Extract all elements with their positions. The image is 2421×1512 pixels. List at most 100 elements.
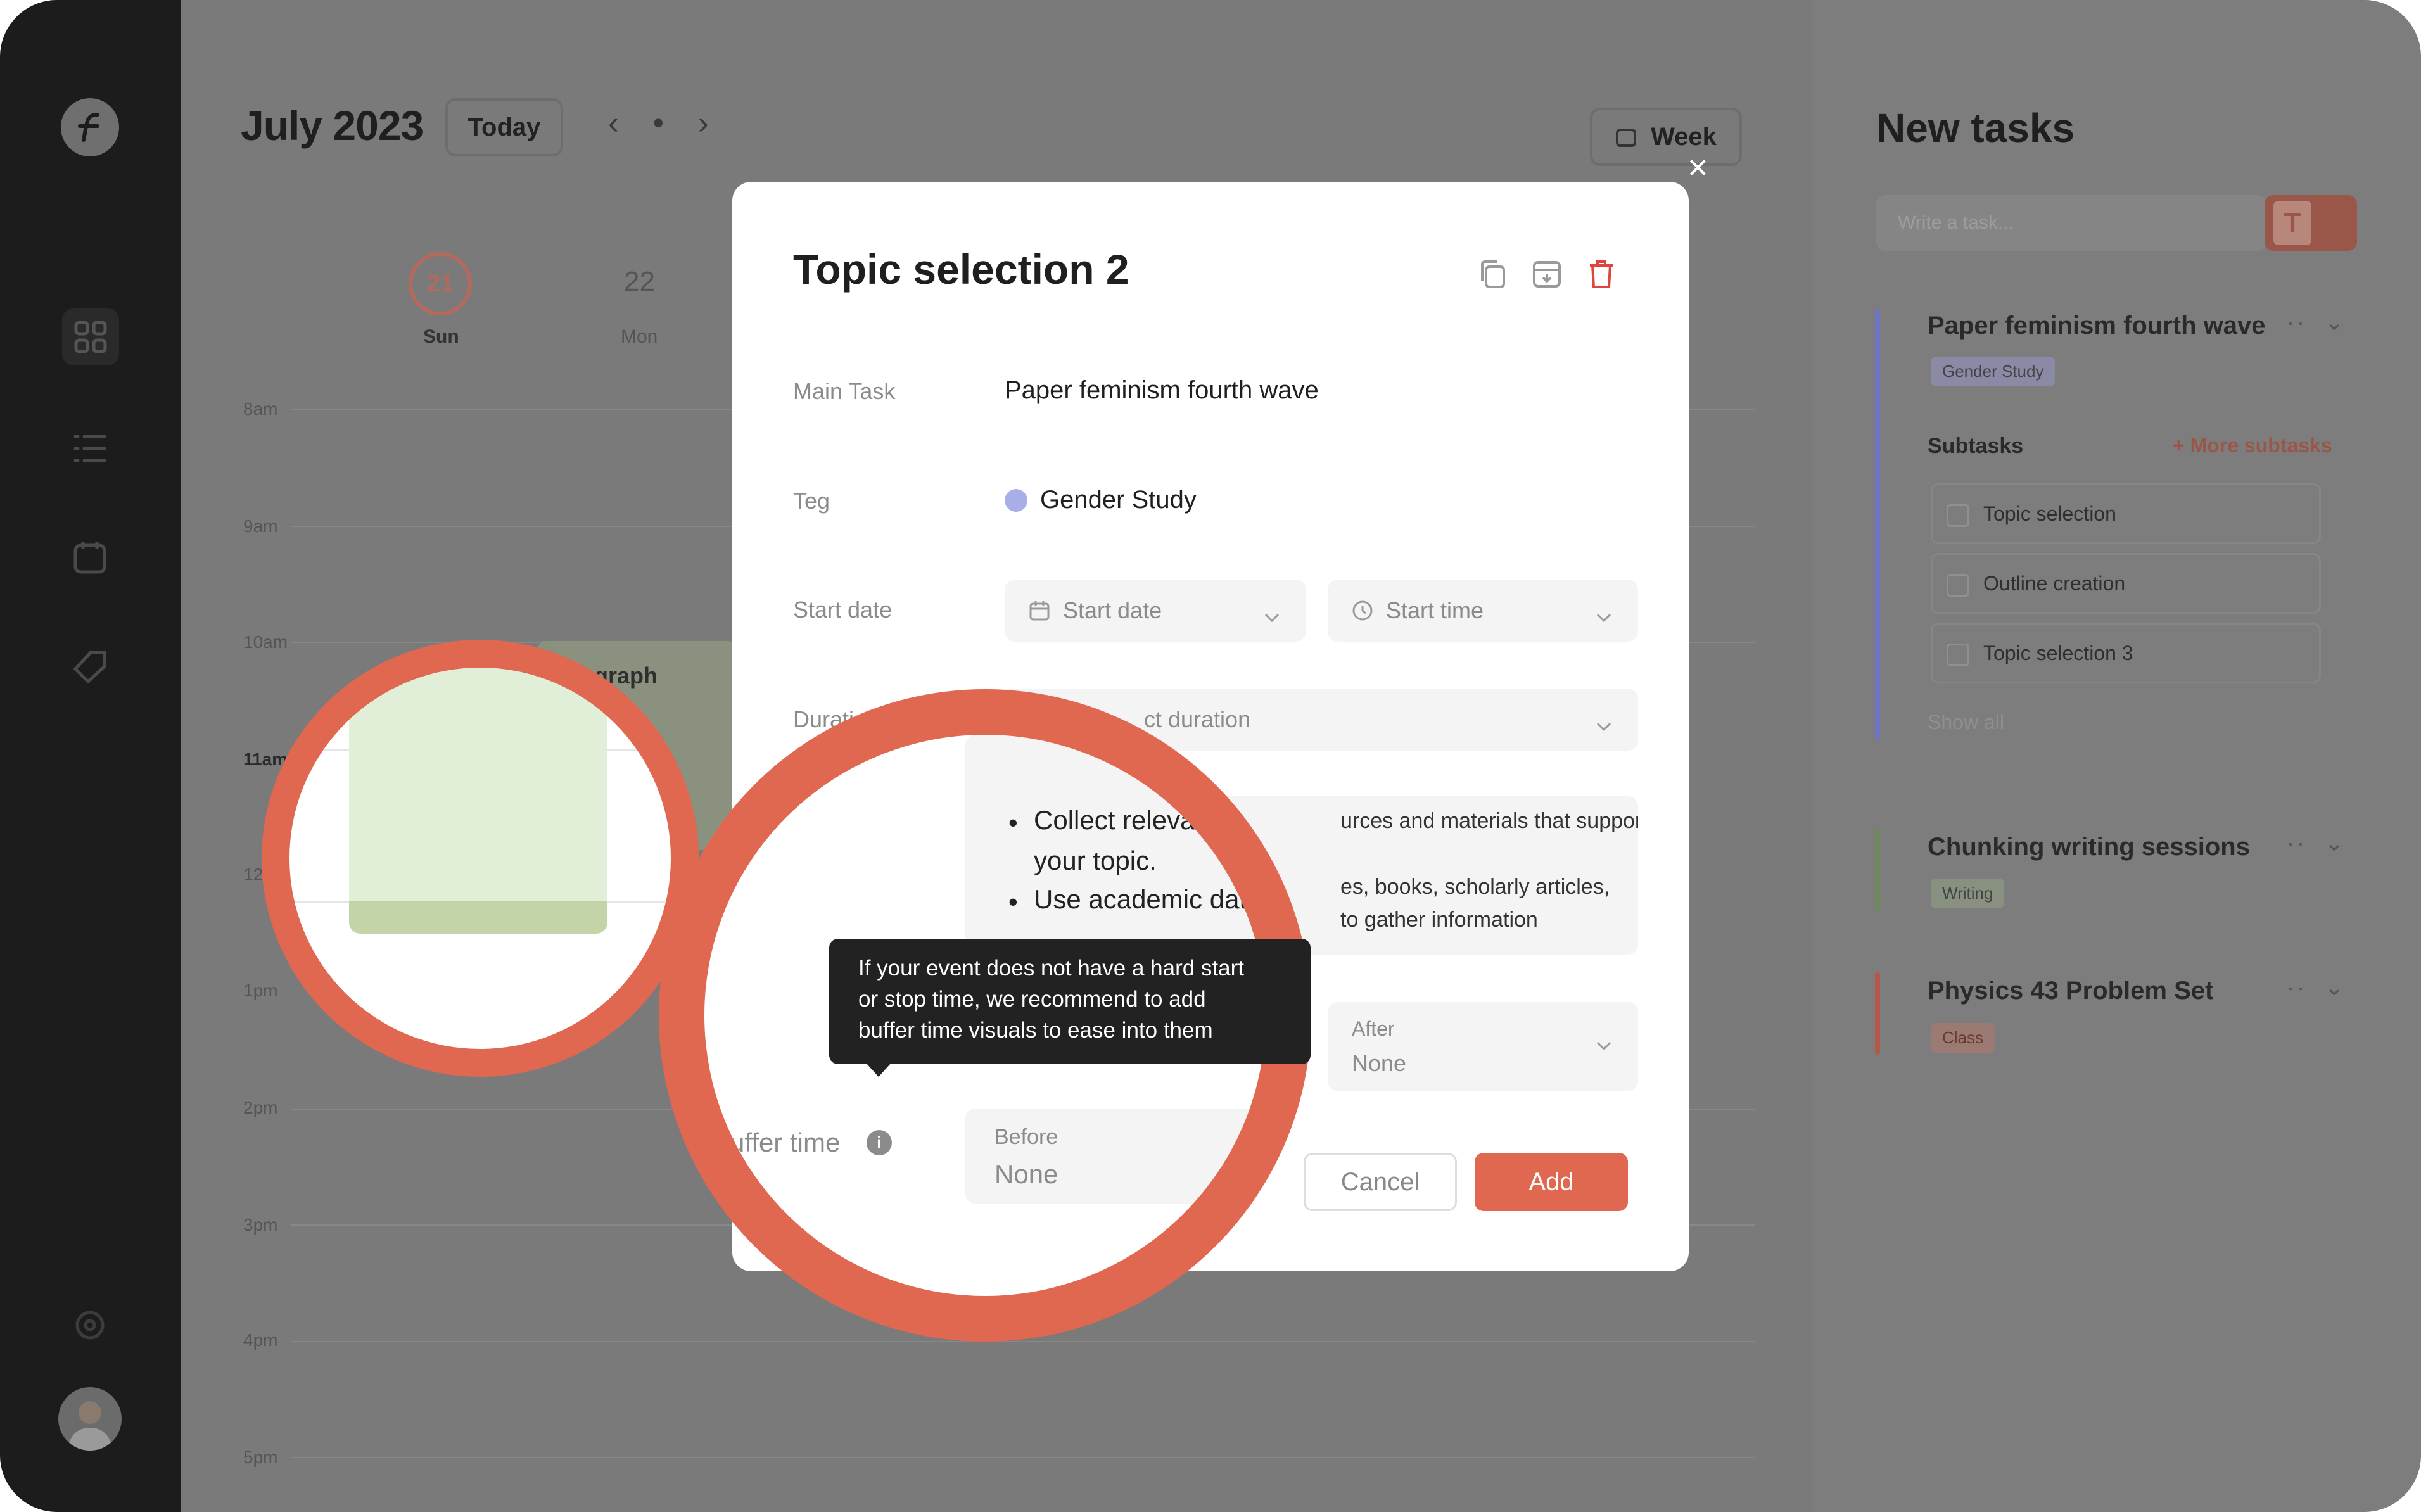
buffer-after-select[interactable]: After None: [1328, 1002, 1638, 1091]
task-tag: Class: [1931, 1023, 1995, 1053]
after-label: After: [1352, 1017, 1395, 1040]
tasks-title: New tasks: [1876, 105, 2075, 151]
hour-label: 2pm: [243, 1098, 278, 1117]
notes-bullet-line: Use academic data: [1034, 884, 1262, 914]
duration-placeholder: ct duration: [1144, 706, 1251, 732]
new-task-input[interactable]: Write a task...: [1876, 195, 2266, 251]
hour-line: [291, 1457, 1755, 1458]
more-subtasks-text: More subtasks: [2190, 434, 2332, 457]
before-value: None: [994, 1159, 1058, 1189]
tag-color-dot: [1005, 489, 1027, 512]
buffer-time-tooltip: If your event does not have a hard start…: [829, 939, 1311, 1077]
more-options-icon[interactable]: ·· ⌄: [2287, 830, 2346, 856]
view-select[interactable]: Week: [1590, 108, 1742, 166]
calendar-nav[interactable]: ‹ • ›: [608, 105, 721, 141]
start-time-select[interactable]: Start time: [1328, 580, 1638, 642]
notes-line: es, books, scholarly articles,: [1340, 875, 1610, 899]
hour-label: 4pm: [243, 1330, 278, 1350]
info-icon[interactable]: i: [867, 1130, 892, 1155]
list-icon[interactable]: [65, 423, 115, 474]
buffer-before-select[interactable]: Before None: [965, 1109, 1266, 1204]
hour-label: 3pm: [243, 1215, 278, 1235]
start-date-label: Start date: [793, 597, 893, 623]
magnifier-buffer-preview: [262, 640, 699, 1077]
hour-label: 10am: [243, 632, 288, 652]
show-all-link[interactable]: Show all: [1928, 711, 2004, 734]
archive-icon[interactable]: [1529, 257, 1565, 292]
day-number[interactable]: 22: [624, 266, 655, 298]
task-title[interactable]: Physics 43 Problem Set: [1928, 977, 2213, 1005]
task-title[interactable]: Paper feminism fourth wave: [1928, 312, 2265, 340]
day-name: Mon: [621, 326, 658, 347]
subtask-item[interactable]: Topic selection 3: [1931, 623, 2321, 683]
hour-label: 9am: [243, 516, 278, 536]
hour-label: 5pm: [243, 1447, 278, 1467]
day-number-today[interactable]: 21: [409, 252, 472, 315]
chevron-down-icon: [1263, 602, 1281, 629]
dashboard-icon[interactable]: [62, 308, 119, 365]
user-avatar[interactable]: [58, 1387, 122, 1451]
close-icon[interactable]: ×: [1687, 149, 1708, 185]
calendar-small-icon: [1616, 129, 1637, 147]
subtasks-label: Subtasks: [1928, 434, 2024, 458]
task-tag: Writing: [1931, 879, 2005, 908]
tooltip-line: buffer time visuals to ease into them: [858, 1018, 1213, 1043]
notes-bullet-line: your topic.: [1034, 846, 1157, 875]
bullet-icon: •: [1008, 808, 1018, 837]
calendar-icon: [1029, 600, 1050, 621]
cancel-button[interactable]: Cancel: [1304, 1153, 1457, 1211]
bullet-icon: •: [1008, 887, 1018, 917]
hour-line: [291, 1341, 1755, 1342]
text-icon: T: [2273, 201, 2311, 245]
notes-field-zoomed: [965, 735, 1266, 950]
app-window: July 2023 Today ‹ • › Week 21 Sun 22 Mon…: [0, 0, 2421, 1512]
main-task-value[interactable]: Paper feminism fourth wave: [1005, 376, 1319, 405]
tag-icon[interactable]: [65, 642, 115, 692]
new-task-add-button[interactable]: T: [2265, 195, 2357, 251]
more-options-icon[interactable]: ·· ⌄: [2287, 309, 2346, 336]
tooltip-line: If your event does not have a hard start: [858, 956, 1244, 981]
add-button[interactable]: Add: [1475, 1153, 1628, 1211]
hour-label: 8am: [243, 399, 278, 419]
task-group-bar: [1875, 309, 1880, 740]
app-logo-icon[interactable]: [61, 98, 119, 156]
notes-line: urces and materials that support: [1340, 809, 1638, 833]
tag-value[interactable]: Gender Study: [1040, 486, 1197, 514]
sidebar: [0, 0, 181, 1512]
notes-line: to gather information: [1340, 908, 1538, 932]
copy-icon[interactable]: [1475, 257, 1510, 292]
today-button[interactable]: Today: [445, 98, 563, 156]
after-value: None: [1352, 1050, 1407, 1076]
clock-icon: [1352, 600, 1373, 621]
start-date-placeholder: Start date: [1063, 597, 1162, 623]
hour-label: 12: [243, 865, 264, 884]
notes-bullet-line: Collect relevant: [1034, 805, 1217, 835]
task-tag: Gender Study: [1931, 357, 2056, 386]
tooltip-line: or stop time, we recommend to add: [858, 987, 1206, 1012]
subtask-item[interactable]: Topic selection: [1931, 483, 2321, 544]
day-name-today: Sun: [423, 326, 459, 347]
subtask-item[interactable]: Outline creation: [1931, 553, 2321, 614]
buffer-time-label: Buffer time: [712, 1128, 841, 1157]
main-task-label: Main Task: [793, 378, 896, 404]
delete-icon[interactable]: [1584, 257, 1619, 292]
modal-title: Topic selection 2: [793, 246, 1129, 293]
chevron-down-icon: [1595, 1040, 1613, 1055]
before-label: Before: [994, 1125, 1058, 1149]
task-title[interactable]: Chunking writing sessions: [1928, 833, 2250, 861]
calendar-title: July 2023: [241, 102, 424, 149]
chevron-down-icon: [1595, 711, 1613, 738]
settings-icon[interactable]: [65, 1300, 115, 1350]
more-options-icon[interactable]: ·· ⌄: [2287, 974, 2346, 1001]
start-date-select[interactable]: Start date: [1005, 580, 1306, 642]
task-group-bar: [1875, 829, 1880, 911]
start-time-placeholder: Start time: [1386, 597, 1484, 623]
chevron-down-icon: [1595, 602, 1613, 629]
tag-label: Teg: [793, 488, 830, 514]
task-group-bar: [1875, 972, 1880, 1055]
buffer-block: [349, 668, 607, 934]
calendar-icon[interactable]: [65, 532, 115, 583]
buffer-block-edge: [349, 901, 607, 934]
hour-label: 1pm: [243, 981, 278, 1000]
more-subtasks-link[interactable]: + More subtasks: [2173, 434, 2332, 457]
